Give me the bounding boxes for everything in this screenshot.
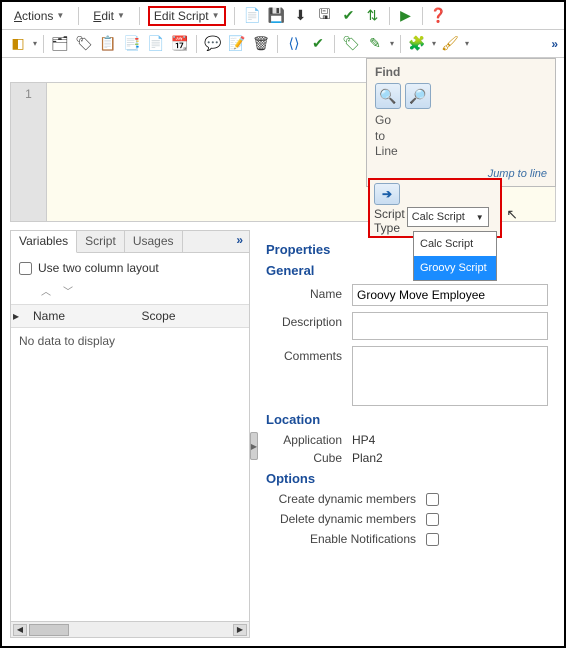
script-type-option-groovy[interactable]: Groovy Script — [414, 256, 496, 280]
save-deploy-icon[interactable]: 🖫 — [315, 6, 335, 26]
comments-label: Comments — [266, 346, 352, 363]
tool-icon-6[interactable]: 📄 — [146, 34, 166, 54]
separator — [43, 35, 44, 53]
delete-dyn-label: Delete dynamic members — [266, 512, 426, 526]
name-label: Name — [266, 284, 352, 301]
validate-icon[interactable]: ✔ — [339, 6, 359, 26]
tag-plus-icon[interactable]: ✎ — [365, 34, 385, 54]
separator — [389, 7, 390, 25]
name-input[interactable] — [352, 284, 548, 306]
col-name[interactable]: Name — [27, 305, 136, 328]
tool-icon-7[interactable]: 📆 — [170, 34, 190, 54]
script-type-panel: ➔ ScriptType Calc Script ▼ Calc Script G… — [368, 178, 502, 238]
properties-title: Properties — [266, 242, 548, 257]
cube-label: Cube — [266, 451, 352, 465]
tool-icon-5[interactable]: 📑 — [122, 34, 142, 54]
tab-usages[interactable]: Usages — [125, 231, 183, 252]
location-title: Location — [266, 412, 548, 427]
tool-icon-2[interactable]: 🗂 — [50, 34, 70, 54]
h-scrollbar[interactable]: ◀ ▶ — [11, 621, 249, 637]
line-number: 1 — [11, 87, 46, 101]
options-title: Options — [266, 471, 548, 486]
panel-collapse-handle[interactable]: ▶ — [250, 432, 258, 460]
separator — [400, 35, 401, 53]
tab-variables[interactable]: Variables — [11, 231, 77, 253]
row-handle-header: ▸ — [11, 305, 27, 328]
script-type-dropdown: Calc Script Groovy Script — [413, 231, 497, 281]
help-icon[interactable]: ❓ — [429, 6, 449, 26]
comment-delete-icon[interactable]: 🗑 — [251, 34, 271, 54]
create-dyn-checkbox[interactable] — [426, 493, 439, 506]
properties-panel: Properties General Name Description Comm… — [258, 230, 556, 642]
up-arrow-icon[interactable]: ︿ — [41, 283, 51, 298]
tool-icon-3[interactable]: 🏷 — [74, 34, 94, 54]
separator — [139, 7, 140, 25]
script-type-option-calc[interactable]: Calc Script — [414, 232, 496, 256]
go-to-line-label: Go to Line — [375, 113, 547, 160]
script-type-label: ScriptType — [374, 207, 405, 236]
tool-icon-4[interactable]: 📋 — [98, 34, 118, 54]
cursor-icon: ↖ — [506, 206, 518, 223]
run-icon[interactable]: ▶ — [396, 6, 416, 26]
left-panel: Variables Script Usages » Use two column… — [10, 230, 250, 638]
description-label: Description — [266, 312, 352, 329]
edit-script-menu[interactable]: Edit Script ▼ — [148, 6, 226, 26]
separator — [422, 7, 423, 25]
save-icon[interactable]: 💾 — [267, 6, 287, 26]
comments-input[interactable] — [352, 346, 548, 406]
scroll-thumb[interactable] — [29, 624, 69, 636]
separator — [277, 35, 278, 53]
code-gutter: 1 — [11, 83, 47, 221]
left-tabs: Variables Script Usages » — [11, 231, 249, 253]
actions-menu[interactable]: Actions ▼ — [8, 6, 70, 26]
general-title: General — [266, 263, 548, 278]
code-icon[interactable]: ⟨⟩ — [284, 34, 304, 54]
two-column-label: Use two column layout — [38, 261, 159, 275]
comment-edit-icon[interactable]: 📝 — [227, 34, 247, 54]
cube-value: Plan2 — [352, 451, 383, 465]
hierarchy-icon[interactable]: ⇅ — [363, 6, 383, 26]
separator — [234, 7, 235, 25]
separator — [78, 7, 79, 25]
toolbar-expand-icon[interactable]: » — [551, 37, 558, 51]
comment-add-icon[interactable]: 💬 — [203, 34, 223, 54]
tag-icon[interactable]: 🏷 — [341, 34, 361, 54]
puzzle-icon[interactable]: 🧩 — [407, 34, 427, 54]
download-icon[interactable]: ⬇ — [291, 6, 311, 26]
col-scope[interactable]: Scope — [136, 305, 250, 328]
brush-icon[interactable]: 🖌 — [440, 34, 460, 54]
find-panel: Find 🔍 🔎 Go to Line Jump to line — [366, 58, 556, 187]
enable-notif-checkbox[interactable] — [426, 533, 439, 546]
create-dyn-label: Create dynamic members — [266, 492, 426, 506]
down-arrow-icon[interactable]: ﹀ — [63, 283, 73, 298]
go-to-line-button[interactable]: ➔ — [374, 183, 400, 205]
description-input[interactable] — [352, 312, 548, 340]
tool-member-icon[interactable]: ◧ — [8, 34, 28, 54]
separator — [196, 35, 197, 53]
script-type-select[interactable]: Calc Script ▼ — [407, 207, 489, 227]
find-prev-icon[interactable]: 🔎 — [405, 83, 431, 109]
application-label: Application — [266, 433, 352, 447]
no-data-message: No data to display — [11, 328, 249, 354]
new-file-icon[interactable]: 📄 — [243, 6, 263, 26]
check-icon[interactable]: ✔ — [308, 34, 328, 54]
toolbar2: ◧▾ 🗂 🏷 📋 📑 📄 📆 💬 📝 🗑 ⟨⟩ ✔ 🏷 ✎▾ 🧩▾ 🖌▾ » — [2, 30, 564, 58]
scroll-left-icon[interactable]: ◀ — [13, 624, 27, 636]
two-column-checkbox[interactable] — [19, 262, 32, 275]
find-label: Find — [375, 65, 547, 79]
application-value: HP4 — [352, 433, 375, 447]
scroll-right-icon[interactable]: ▶ — [233, 624, 247, 636]
menubar: Actions ▼ Edit ▼ Edit Script ▼ 📄 💾 ⬇ 🖫 ✔… — [2, 2, 564, 30]
tab-script[interactable]: Script — [77, 231, 125, 252]
separator — [334, 35, 335, 53]
sort-arrows: ︿ ﹀ — [11, 279, 249, 304]
edit-menu[interactable]: Edit ▼ — [87, 6, 131, 26]
script-type-selected: Calc Script — [412, 211, 465, 223]
enable-notif-label: Enable Notifications — [266, 532, 426, 546]
delete-dyn-checkbox[interactable] — [426, 513, 439, 526]
tabs-expand-icon[interactable]: » — [230, 231, 249, 252]
find-next-icon[interactable]: 🔍 — [375, 83, 401, 109]
variables-table: ▸ Name Scope — [11, 304, 249, 328]
